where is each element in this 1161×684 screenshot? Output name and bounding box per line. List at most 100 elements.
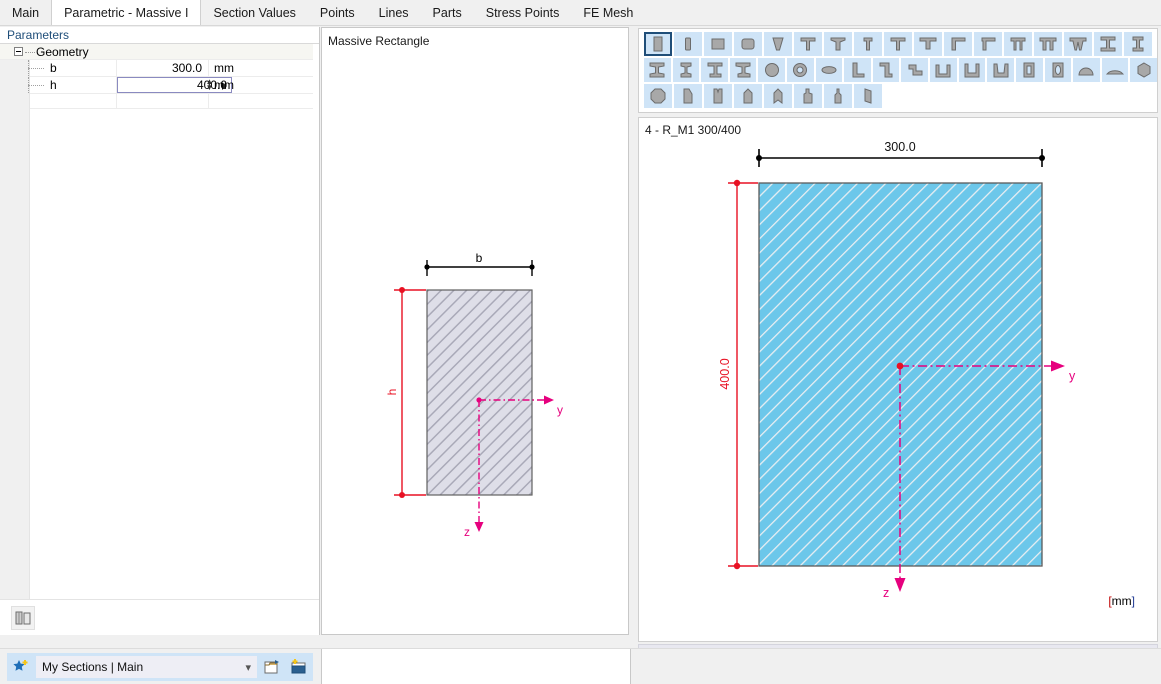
section-drawing-canvas[interactable]: 300.0 400.0 y z [639,118,1157,641]
collapse-expander-icon[interactable] [14,47,23,56]
shape-square-rounded-icon[interactable] [734,32,762,56]
left-panel-toolbar [0,599,319,635]
tree-connector [25,52,35,53]
shape-tee-left-icon[interactable] [944,32,972,56]
tab-points[interactable]: Points [308,0,367,25]
shape-tee-icon[interactable] [794,32,822,56]
tab-parts[interactable]: Parts [421,0,474,25]
shape-square-icon[interactable] [704,32,732,56]
dim-width-value: 300.0 [884,140,915,154]
shape-octagon-icon[interactable] [644,84,672,108]
section-view-area: 4 - R_M1 300/400 [633,27,1161,635]
shape-rect-narrow-icon[interactable] [674,32,702,56]
section-shape-toolbar [638,28,1158,113]
shape-zed-step-icon[interactable] [901,58,928,82]
shape-tee-tapered-icon[interactable] [824,32,852,56]
shape-channel-u-icon[interactable] [930,58,957,82]
favorite-star-icon[interactable] [9,655,33,679]
status-bar-middle-area [321,649,631,684]
shape-rect-solid-icon[interactable] [644,32,672,56]
shape-box-oval-icon[interactable] [1045,58,1072,82]
shape-blade-icon[interactable] [854,84,882,108]
dim-height-label: h [385,389,399,396]
tab-section-values[interactable]: Section Values [201,0,307,25]
shape-angle-l-icon[interactable] [844,58,871,82]
row-separator-end [30,108,313,109]
parameter-row-b[interactable]: b 300.0 mm [0,60,313,76]
status-bar: My Sections | Main ▾ [0,648,1161,684]
section-library-value: My Sections | Main [42,660,143,674]
tab-stress-points[interactable]: Stress Points [474,0,572,25]
parameter-unit-b: mm [214,60,234,76]
parameter-row-h[interactable]: h 400.0 ▲▼ mm [0,77,313,93]
grid-gutter [0,44,30,616]
section-library-combo[interactable]: My Sections | Main ▾ [36,656,257,678]
shape-i-beam-slim-icon[interactable] [673,58,700,82]
parameter-name-b: b [50,60,57,76]
shape-tee-inverted-icon[interactable] [884,32,912,56]
row-separator [30,93,313,94]
shape-notch-icon[interactable] [704,84,732,108]
main-tab-bar: Main Parametric - Massive I Section Valu… [0,0,1161,26]
shape-circle-icon[interactable] [758,58,785,82]
shape-dome-icon[interactable] [1073,58,1100,82]
library-book-button[interactable] [11,606,35,630]
shape-wedge-icon[interactable] [674,84,702,108]
shape-box-rect-icon[interactable] [1016,58,1043,82]
shape-pier-slim-icon[interactable] [824,84,852,108]
chevron-down-icon[interactable]: ▾ [245,661,251,674]
parameter-value-b[interactable]: 300.0 [117,60,207,76]
parameter-unit-h: mm [214,77,234,93]
shape-i-beam-icon[interactable] [644,58,671,82]
section-library-selector: My Sections | Main ▾ [7,653,313,681]
shape-bullet-icon[interactable] [734,84,762,108]
open-folder-icon[interactable] [260,655,284,679]
tab-lines[interactable]: Lines [367,0,421,25]
shape-hexagon-icon[interactable] [1130,58,1157,82]
spinner-updown-icon[interactable]: ▲▼ [205,79,214,92]
shape-pier-icon[interactable] [794,84,822,108]
axis-z-label: z [464,525,470,539]
shape-vee-leg-icon[interactable] [1064,32,1092,56]
shape-channel-wide-icon[interactable] [959,58,986,82]
shape-i-beam-narrow-icon[interactable] [1124,32,1152,56]
shape-arrow-up-icon[interactable] [764,84,792,108]
tab-fe-mesh[interactable]: FE Mesh [571,0,645,25]
shape-double-leg-icon[interactable] [1004,32,1032,56]
parameter-group-row[interactable]: Geometry [0,44,313,60]
new-folder-icon[interactable] [287,655,311,679]
parameter-name-h: h [50,77,57,93]
shape-ring-icon[interactable] [787,58,814,82]
shape-i-beam-wide-icon[interactable] [1094,32,1122,56]
axis-z-label: z [883,586,889,600]
shape-arc-flat-icon[interactable] [1102,58,1129,82]
shape-preview-canvas: b h y z [322,52,628,634]
shape-preview-title: Massive Rectangle [328,34,429,48]
parameters-panel: Parameters Geometry b 300.0 mm [0,27,320,635]
shape-double-leg-wide-icon[interactable] [1034,32,1062,56]
shape-tee-left-small-icon[interactable] [974,32,1002,56]
tree-hline [28,85,44,86]
shape-toolbar-row-2 [644,58,1157,82]
shape-taper-v-icon[interactable] [764,32,792,56]
dim-height-value: 400.0 [718,358,732,389]
shape-tee-wide-icon[interactable] [914,32,942,56]
parameters-header: Parameters [0,27,319,44]
section-drawing-panel: 4 - R_M1 300/400 [638,117,1158,642]
tab-parametric-massive-i[interactable]: Parametric - Massive I [51,0,201,25]
application-window: Main Parametric - Massive I Section Valu… [0,0,1161,684]
parameters-grid: Geometry b 300.0 mm h 400.0 ▲▼ [0,44,319,616]
shape-ellipse-icon[interactable] [816,58,843,82]
axis-y-label: y [557,403,563,417]
shape-toolbar-row-1 [644,32,1157,56]
shape-zed-icon[interactable] [873,58,900,82]
dim-width-label: b [476,251,483,265]
shape-toolbar-row-3 [644,84,1157,108]
shape-channel-trapezoid-icon[interactable] [987,58,1014,82]
parameter-group-label: Geometry [36,45,89,59]
shape-i-beam-tall-icon[interactable] [701,58,728,82]
shape-i-narrow-icon[interactable] [854,32,882,56]
tab-main[interactable]: Main [0,0,51,25]
shape-i-beam-tapered-icon[interactable] [730,58,757,82]
axis-y-label: y [1069,369,1076,383]
